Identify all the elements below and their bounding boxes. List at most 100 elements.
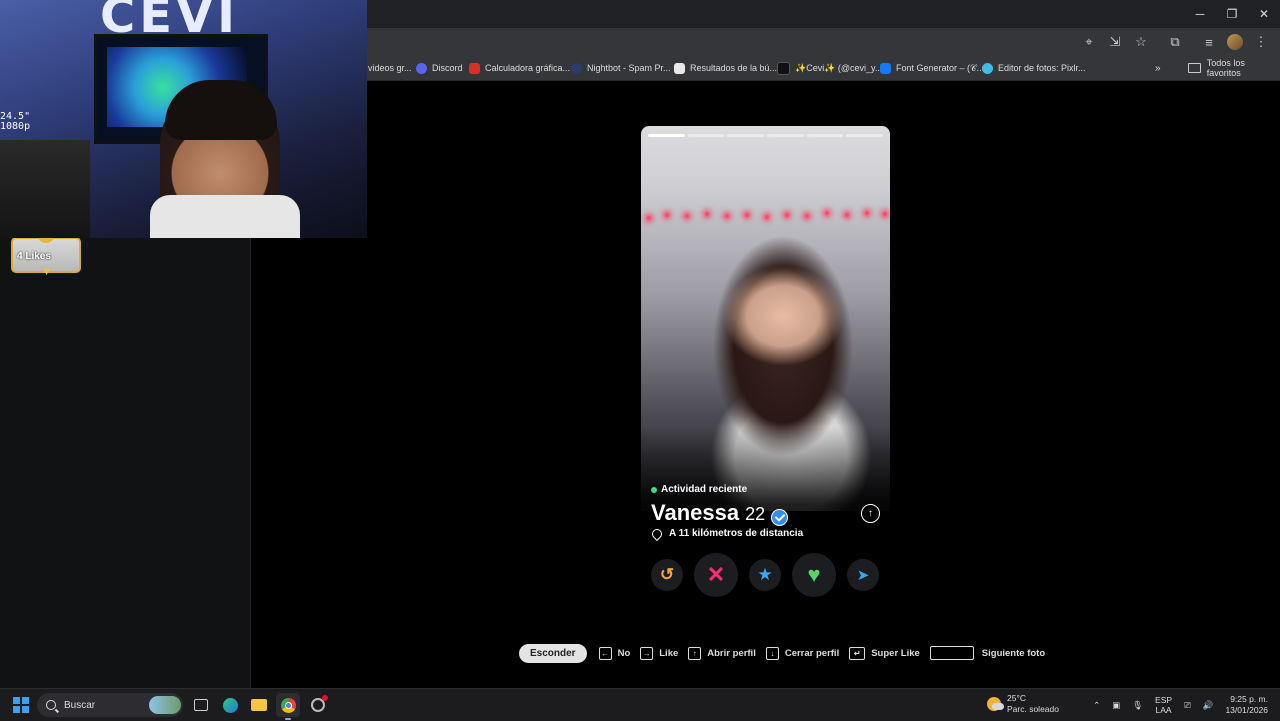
window-controls: ─ ❐ ✕ [1184,0,1280,28]
profile-name: Vanessa [651,500,740,525]
weather-widget[interactable]: 25°C Parc. soleado [987,693,1059,715]
name-age-row: Vanessa 22 [651,500,789,526]
taskbar-clock[interactable]: 9:25 p. m. 13/01/2026 [1225,694,1268,716]
space-key-icon [929,646,974,660]
profile-distance: A 11 kilómetros de distancia [649,526,803,541]
restore-button[interactable]: ❐ [1216,0,1248,28]
bookmark-item[interactable]: Calculadora gráfica... [469,56,570,80]
photo-progress-segment[interactable] [846,134,884,137]
bookmark-item[interactable]: Discord [416,56,463,80]
bookmark-item[interactable]: Editor de fotos: Pixlr... [982,56,1086,80]
up-arrow-key-icon: ↑ [688,646,702,660]
recording-app-icon[interactable] [306,693,330,717]
partly-sunny-icon [987,697,1004,711]
microphone-icon[interactable]: 🎙 [1132,700,1143,711]
install-app-icon[interactable]: ⇲ [1104,31,1126,53]
windows-start-icon[interactable] [13,697,29,713]
rewind-button[interactable]: ↺ [651,559,683,591]
volume-icon[interactable]: 🔊 [1203,700,1214,711]
profile-card[interactable]: Actividad reciente Vanessa 22 ↑ A 11 kil… [641,126,890,600]
extensions-icon[interactable]: ⧉ [1164,31,1186,53]
bookmark-star-icon[interactable]: ☆ [1130,31,1152,53]
photo-progress-segment[interactable] [806,134,844,137]
media-controls-icon[interactable]: ≡ [1198,31,1220,53]
bookmark-item[interactable]: videos gr... [368,56,412,80]
search-highlight-icon [149,696,181,714]
star-icon: ★ [757,565,773,584]
taskbar-search[interactable]: Buscar [37,693,183,717]
right-arrow-key-icon: → [640,646,654,660]
hint-no: ← No [598,646,630,660]
swipe-actions: ↺ ✕ ★ ♥ ➤ [641,553,890,597]
send-icon: ➤ [856,567,870,584]
like-button[interactable]: ♥ [792,553,836,597]
close-window-button[interactable]: ✕ [1248,0,1280,28]
down-arrow-key-icon: ↓ [765,646,779,660]
profile-age: 22 [745,504,766,524]
hint-like: → Like [640,646,678,660]
bookmark-item[interactable]: Font Generator – (𝒞... [880,56,984,80]
photo-progress-segment[interactable] [648,134,685,137]
photo-progress [648,134,884,137]
gold-heart-icon: ♥ [43,264,51,278]
streamer-hair [165,80,277,140]
profile-avatar[interactable] [1224,31,1246,53]
windows-taskbar: Buscar 25°C Parc. soleado ⌃ ▣ 🎙 ESP LAA ⎚ … [0,688,1280,721]
boost-button[interactable]: ➤ [847,559,879,591]
likes-count: 4 Likes [17,251,51,262]
input-language[interactable]: ESP LAA [1155,695,1172,715]
search-results-icon [674,62,685,74]
calculator-icon [469,62,480,74]
likes-card[interactable]: 4 Likes ♥ [11,233,81,278]
close-x-icon: ✕ [706,562,726,587]
tiktok-icon [777,61,790,75]
string-lights [641,208,890,224]
more-bookmarks-chevron-icon[interactable]: » [1155,56,1161,80]
rewind-icon: ↺ [659,565,675,584]
webcam-shelf [0,140,90,238]
pixlr-icon [982,62,993,74]
open-profile-arrow-icon[interactable]: ↑ [861,504,880,523]
discord-icon [416,62,427,74]
folder-icon [1188,63,1201,73]
hide-hints-button[interactable]: Esconder [519,643,587,663]
streamer-shirt [150,195,300,238]
font-generator-icon [880,62,891,74]
chrome-icon[interactable] [276,693,300,720]
hint-open-profile: ↑ Abrir perfil [688,646,756,660]
hint-close-profile: ↓ Cerrar perfil [765,646,839,660]
more-menu-icon[interactable]: ⋮ [1250,31,1272,53]
superlike-button[interactable]: ★ [749,559,781,591]
verified-badge-icon [771,509,789,526]
edge-icon[interactable] [218,693,242,717]
hint-next-photo: Siguiente foto [929,646,1045,660]
keyboard-hints: Esconder ← No → Like ↑ Abrir perfil ↓ Cerrar… [519,643,1055,663]
file-explorer-icon[interactable] [247,693,271,717]
webcam-monitor-label: 24.5" 1080p [0,111,31,132]
system-tray: ⌃ ▣ 🎙 ESP LAA ⎚ 🔊 9:25 p. m. 13/01/2026 [1093,689,1280,721]
network-icon[interactable]: ⎚ [1184,700,1191,711]
bookmark-item[interactable]: ✨Cevi✨ (@cevi_y... [777,56,882,80]
bookmark-item[interactable]: Nightbot - Spam Pr... [571,56,671,80]
enter-key-icon: ↵ [849,646,866,660]
nightbot-icon [571,62,582,74]
photo-progress-segment[interactable] [767,134,804,137]
activity-status: Actividad reciente [651,484,747,495]
photo-progress-segment[interactable] [727,134,765,137]
online-dot-icon [651,486,657,493]
all-bookmarks-button[interactable]: Todos los favoritos [1188,56,1280,80]
photo-progress-segment[interactable] [687,134,725,137]
task-view-icon[interactable] [189,693,213,717]
heart-icon: ♥ [807,562,821,587]
webcam-overlay: CEVI 24.5" 1080p [0,0,367,238]
hint-super-like: ↵ Super Like [849,646,920,660]
search-icon [46,700,56,710]
tray-app-icon[interactable]: ▣ [1112,700,1120,711]
nope-button[interactable]: ✕ [694,553,738,597]
chevron-up-icon[interactable]: ⌃ [1093,700,1100,711]
minimize-button[interactable]: ─ [1184,0,1216,28]
location-pin-icon [649,526,665,541]
location-icon[interactable]: ⌖ [1078,31,1100,53]
bookmark-item[interactable]: Resultados de la bú... [674,56,777,80]
left-arrow-key-icon: ← [598,646,612,660]
